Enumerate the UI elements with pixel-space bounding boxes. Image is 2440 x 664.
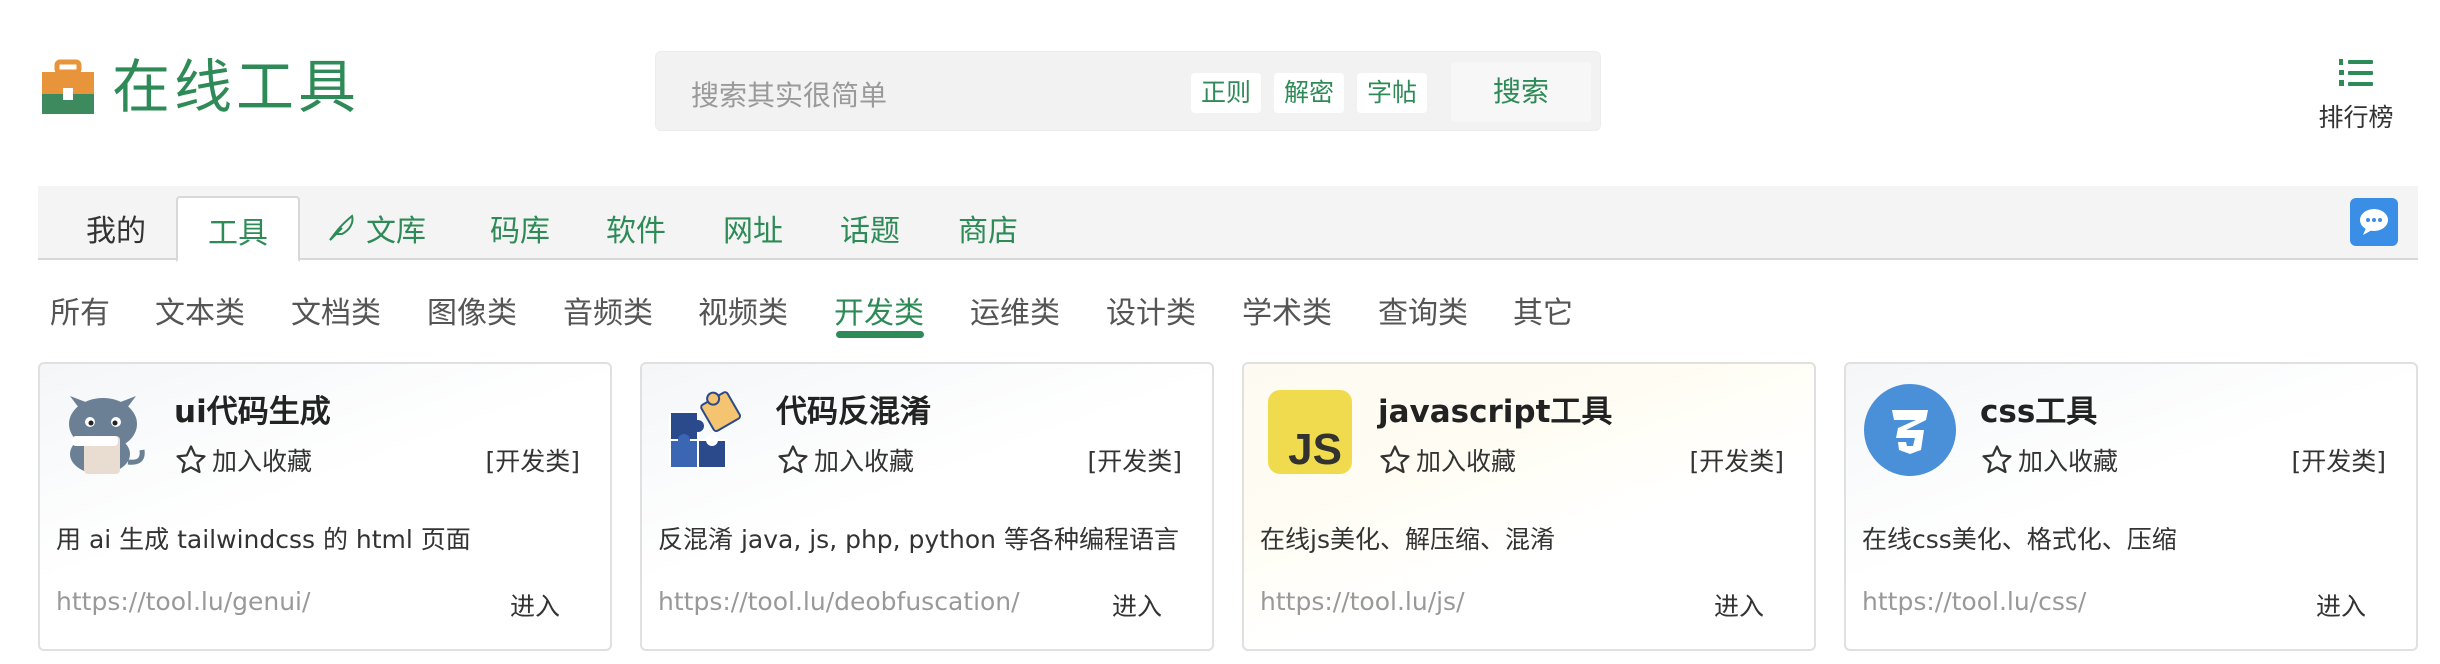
add-favorite-button[interactable]: 加入收藏	[1378, 442, 1516, 478]
nav-item-topics[interactable]: 话题	[840, 206, 900, 250]
add-favorite-button[interactable]: 加入收藏	[776, 442, 914, 478]
card-url[interactable]: https://tool.lu/js/	[1260, 587, 1465, 616]
card-url[interactable]: https://tool.lu/deobfuscation/	[658, 587, 1020, 616]
main-nav: 我的 工具 文库 码库 软件 网址 话题 商店	[38, 186, 2418, 262]
card-description: 用 ai 生成 tailwindcss 的 html 页面	[56, 525, 471, 554]
site-logo[interactable]: 在线工具	[40, 58, 360, 116]
cat-mascot-icon	[58, 384, 150, 476]
star-icon	[176, 445, 206, 474]
category-all[interactable]: 所有	[50, 288, 110, 332]
search-input[interactable]: 搜索其实很简单	[691, 74, 887, 114]
category-query[interactable]: 查询类	[1378, 288, 1468, 332]
svg-text:JS: JS	[1288, 425, 1342, 474]
category-design[interactable]: 设计类	[1106, 288, 1196, 332]
toolbox-icon	[40, 58, 96, 116]
card-url[interactable]: https://tool.lu/genui/	[56, 587, 310, 616]
ranking-label: 排行榜	[2318, 103, 2394, 132]
chip-decrypt[interactable]: 解密	[1274, 73, 1345, 113]
card-category: [开发类]	[2291, 447, 2386, 476]
card-description: 在线js美化、解压缩、混淆	[1260, 525, 1555, 554]
css3-logo-icon	[1864, 384, 1956, 476]
card-description: 反混淆 java, js, php, python 等各种编程语言	[658, 525, 1179, 554]
category-text[interactable]: 文本类	[155, 288, 245, 332]
nav-item-mine[interactable]: 我的	[86, 206, 146, 250]
card-category: [开发类]	[1087, 447, 1182, 476]
list-ranking-icon	[2339, 59, 2373, 86]
tool-card[interactable]: css工具 加入收藏 [开发类] 在线css美化、格式化、压缩 https://…	[1844, 362, 2418, 651]
chat-button[interactable]	[2350, 198, 2398, 246]
js-logo-icon: JS	[1262, 384, 1354, 476]
card-title: ui代码生成	[174, 394, 331, 430]
add-favorite-label: 加入收藏	[1416, 447, 1517, 476]
category-active-indicator	[836, 331, 924, 338]
add-favorite-button[interactable]: 加入收藏	[1980, 442, 2118, 478]
card-category: [开发类]	[485, 447, 580, 476]
nav-item-tools[interactable]: 工具	[176, 196, 300, 262]
chip-regex[interactable]: 正则	[1191, 73, 1262, 113]
category-audio[interactable]: 音频类	[563, 288, 653, 332]
tool-card[interactable]: ui代码生成 加入收藏 [开发类] 用 ai 生成 tailwindcss 的 …	[38, 362, 612, 651]
chip-copybook[interactable]: 字帖	[1357, 73, 1428, 113]
add-favorite-label: 加入收藏	[212, 447, 313, 476]
nav-item-shop[interactable]: 商店	[958, 206, 1018, 250]
ranking-link[interactable]: 排行榜	[2306, 58, 2406, 134]
nav-item-code[interactable]: 码库	[490, 206, 550, 250]
add-favorite-label: 加入收藏	[2018, 447, 2119, 476]
category-academic[interactable]: 学术类	[1242, 288, 1332, 332]
nav-item-software[interactable]: 软件	[606, 206, 666, 250]
category-image[interactable]: 图像类	[427, 288, 517, 332]
enter-button[interactable]: 进入	[2316, 587, 2366, 623]
enter-button[interactable]: 进入	[1112, 587, 1162, 623]
search-button[interactable]: 搜索	[1451, 62, 1591, 122]
site-title: 在线工具	[112, 53, 361, 121]
enter-button[interactable]: 进入	[1714, 587, 1764, 623]
add-favorite-label: 加入收藏	[814, 447, 915, 476]
card-title: 代码反混淆	[776, 394, 931, 430]
add-favorite-button[interactable]: 加入收藏	[174, 442, 312, 478]
category-ops[interactable]: 运维类	[970, 288, 1060, 332]
card-title: css工具	[1980, 394, 2098, 430]
tool-card[interactable]: 代码反混淆 加入收藏 [开发类] 反混淆 java, js, php, pyth…	[640, 362, 1214, 651]
enter-button[interactable]: 进入	[510, 587, 560, 623]
star-icon	[1982, 445, 2012, 474]
puzzle-icon	[660, 384, 752, 476]
search-bar: 搜索其实很简单 正则 解密 字帖 搜索	[655, 51, 1601, 131]
card-description: 在线css美化、格式化、压缩	[1862, 525, 2177, 554]
card-url[interactable]: https://tool.lu/css/	[1862, 587, 2086, 616]
nav-item-library-label: 文库	[366, 214, 426, 249]
tool-card[interactable]: JS javascript工具 加入收藏 [开发类] 在线js美化、解压缩、混淆…	[1242, 362, 1816, 651]
star-icon	[778, 445, 808, 474]
feather-icon	[329, 214, 354, 241]
nav-item-sites[interactable]: 网址	[723, 206, 783, 250]
category-dev[interactable]: 开发类	[834, 288, 924, 332]
card-category: [开发类]	[1689, 447, 1784, 476]
nav-item-library[interactable]: 文库	[326, 206, 426, 250]
star-icon	[1380, 445, 1410, 474]
card-title: javascript工具	[1378, 394, 1613, 430]
category-other[interactable]: 其它	[1513, 288, 1573, 332]
chat-bubble-icon	[2360, 209, 2388, 235]
category-document[interactable]: 文档类	[291, 288, 381, 332]
category-video[interactable]: 视频类	[698, 288, 788, 332]
